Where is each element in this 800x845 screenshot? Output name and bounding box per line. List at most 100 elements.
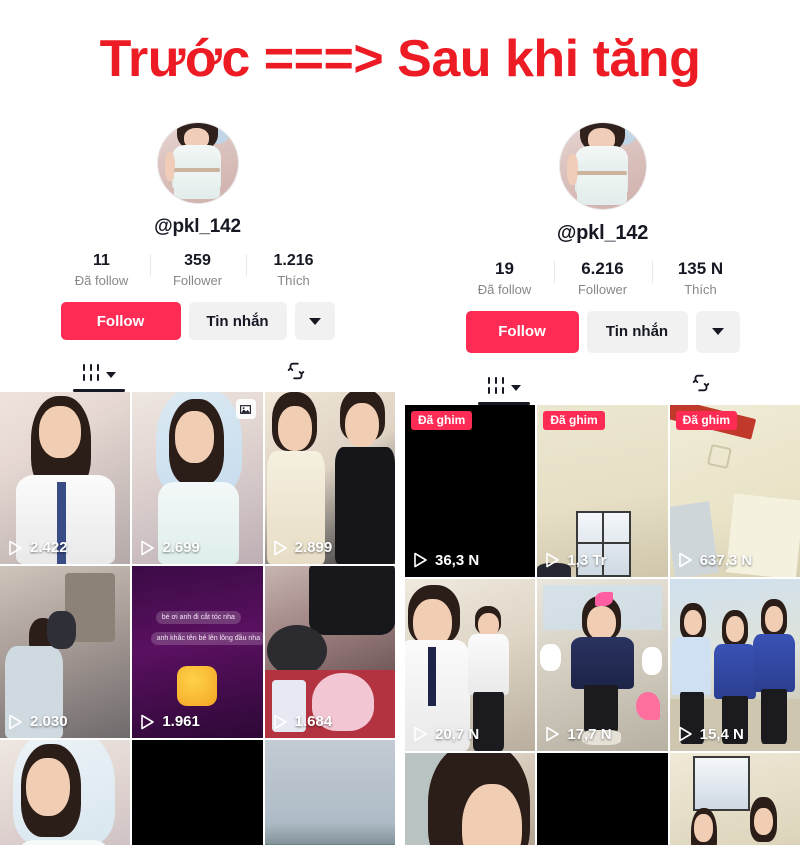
stat-value: 19 — [495, 259, 514, 278]
video-cell[interactable]: Đã ghim 36,3 N — [405, 404, 536, 577]
play-icon — [413, 552, 428, 568]
play-icon — [678, 552, 693, 568]
profile-handle: @pkl_142 — [154, 216, 241, 237]
video-cell[interactable] — [405, 752, 536, 845]
view-count: 1,3 Tr — [545, 552, 607, 569]
video-cell[interactable]: 20,7 N — [405, 578, 536, 751]
view-count: 2.699 — [140, 539, 200, 556]
view-count: 36,3 N — [413, 552, 479, 569]
view-count-value: 15,4 N — [699, 725, 744, 743]
grid-icon — [487, 376, 507, 395]
stat-likes[interactable]: 135 N Thích — [651, 259, 750, 297]
video-cell[interactable]: 2.899 — [264, 392, 395, 565]
play-icon — [413, 726, 428, 742]
view-count-value: 2.030 — [30, 713, 68, 731]
video-cell[interactable]: bé ơi anh đi cắt tóc nha anh khắc tên bé… — [132, 566, 263, 739]
chevron-down-icon — [711, 328, 724, 336]
message-button[interactable]: Tin nhắn — [586, 310, 688, 353]
follow-button[interactable]: Follow — [60, 302, 181, 341]
stat-followers[interactable]: 359 Follower — [149, 252, 246, 289]
video-cell[interactable]: 2.030 — [0, 566, 131, 739]
stat-label: Đã follow — [477, 281, 532, 297]
view-count-value: 1.961 — [162, 713, 200, 731]
emoji-sticker — [176, 666, 217, 707]
profile-stats: 19 Đã follow 6.216 Follower 135 N Thích — [405, 259, 800, 297]
avatar-skirt — [173, 171, 220, 199]
view-count-value: 2.899 — [294, 539, 333, 557]
chat-bubble: bé ơi anh đi cắt tóc nha — [155, 611, 241, 625]
profile-tabbar — [405, 366, 800, 405]
pane-divider — [395, 118, 405, 845]
more-options-button[interactable] — [294, 302, 335, 341]
profile-actions: Follow Tin nhắn — [405, 310, 800, 353]
video-thumbnail — [669, 752, 800, 845]
video-cell[interactable]: 2.699 — [132, 392, 263, 565]
play-icon — [8, 714, 23, 730]
chevron-down-icon — [510, 384, 521, 391]
video-cell[interactable] — [0, 740, 131, 845]
stat-likes[interactable]: 1.216 Thích — [245, 252, 342, 289]
view-count-value: 20,7 N — [435, 725, 480, 743]
sidebar-item-reposts[interactable] — [603, 367, 800, 405]
profile-actions: Follow Tin nhắn — [0, 302, 395, 341]
profile-stats: 11 Đã follow 359 Follower 1.216 Thích — [0, 252, 395, 288]
stat-label: Thích — [277, 273, 310, 289]
video-cell[interactable]: 1,3 Tr Đã ghim — [537, 404, 668, 577]
comparison-screenshot: Trước ===> Sau khi tăng @pkl_142 11 Đã f… — [0, 0, 800, 845]
view-count: 2.030 — [8, 713, 68, 730]
repost-icon — [690, 372, 712, 399]
video-cell[interactable]: 637,3 N Đã ghim — [669, 404, 800, 577]
chevron-down-icon — [308, 317, 321, 325]
video-cell[interactable]: 15,4 N — [669, 578, 800, 751]
profile-comparison: @pkl_142 11 Đã follow 359 Follower 1.216… — [0, 118, 800, 845]
avatar-wrap — [0, 122, 395, 204]
video-thumbnail — [264, 740, 395, 845]
video-cell[interactable]: 2.422 — [0, 392, 131, 565]
stat-value: 1.216 — [273, 252, 314, 269]
video-cell[interactable] — [132, 740, 263, 845]
view-count: 2.899 — [273, 539, 333, 557]
stat-following[interactable]: 19 Đã follow — [456, 259, 554, 297]
video-grid-before: 2.422 2.699 2.899 2.030 bé ơi anh đi cắt… — [0, 392, 395, 845]
view-count: 20,7 N — [413, 726, 479, 743]
profile-header-after: @pkl_142 19 Đã follow 6.216 Follower 135… — [405, 118, 800, 405]
video-cell[interactable] — [264, 740, 395, 845]
video-cell[interactable]: 1.684 — [264, 566, 395, 739]
page-title: Trước ===> Sau khi tăng — [99, 30, 701, 88]
pinned-badge: Đã ghim — [675, 410, 737, 430]
view-count: 2.422 — [8, 539, 68, 556]
video-cell[interactable] — [669, 752, 800, 845]
avatar-skirt — [576, 175, 627, 205]
stat-followers[interactable]: 6.216 Follower — [553, 259, 652, 297]
stat-following[interactable]: 11 Đã follow — [54, 252, 150, 288]
stat-label: Thích — [684, 281, 717, 297]
stat-label: Follower — [577, 281, 628, 297]
sidebar-item-videos[interactable] — [0, 354, 198, 393]
video-cell[interactable]: 17,7 N — [537, 578, 668, 751]
after-profile-pane: @pkl_142 19 Đã follow 6.216 Follower 135… — [405, 118, 800, 845]
view-count: 17,7 N — [545, 726, 612, 743]
before-profile-pane: @pkl_142 11 Đã follow 359 Follower 1.216… — [0, 118, 395, 845]
more-options-button[interactable] — [695, 310, 740, 353]
stat-value: 359 — [184, 252, 211, 269]
view-count: 1.961 — [140, 713, 200, 730]
play-icon — [273, 540, 288, 556]
video-cell[interactable] — [537, 752, 668, 845]
play-icon — [273, 714, 288, 730]
view-count: 1.684 — [273, 713, 332, 730]
play-icon — [8, 540, 23, 556]
avatar[interactable] — [156, 122, 239, 204]
sidebar-item-reposts[interactable] — [198, 354, 396, 392]
avatar[interactable] — [558, 122, 647, 210]
pinned-badge: Đã ghim — [543, 410, 605, 430]
message-button[interactable]: Tin nhắn — [188, 302, 287, 341]
view-count-value: 36,3 N — [435, 551, 480, 569]
chat-bubble: anh khắc tên bé lên lông đầu nha — [150, 631, 263, 645]
video-grid-after: Đã ghim 36,3 N 1,3 Tr Đã ghim 637,3 N Đã… — [405, 404, 800, 845]
sidebar-item-videos[interactable] — [405, 367, 603, 405]
view-count: 15,4 N — [678, 726, 744, 743]
stat-label: Follower — [172, 273, 223, 289]
view-count: 637,3 N — [678, 552, 752, 569]
video-thumbnail — [0, 740, 131, 845]
follow-button[interactable]: Follow — [465, 310, 579, 353]
